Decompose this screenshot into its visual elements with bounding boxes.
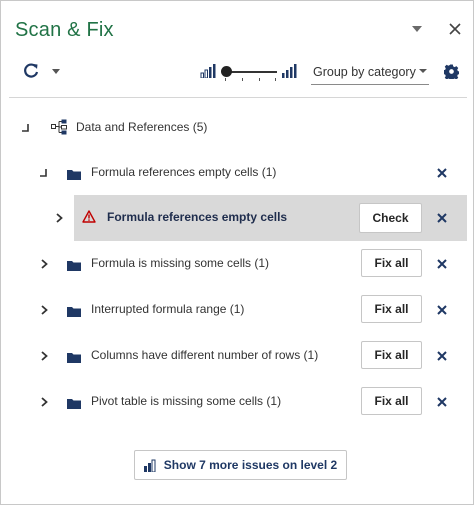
issue-row-formula-references-empty-cells[interactable]: Formula references empty cells Check	[1, 195, 473, 241]
close-icon	[437, 259, 447, 269]
slider-thumb[interactable]	[221, 66, 232, 77]
issue-level-slider[interactable]	[219, 61, 277, 83]
close-icon	[437, 168, 447, 178]
slider-track	[225, 71, 277, 73]
check-button[interactable]: Check	[359, 203, 422, 233]
dismiss-button[interactable]	[433, 347, 451, 365]
close-icon	[449, 23, 461, 35]
bars-low-icon	[200, 64, 216, 78]
pane-close-button[interactable]	[443, 17, 467, 41]
group-by-select[interactable]: Group by category	[311, 59, 429, 85]
tree-item-label: Data and References (5)	[76, 120, 208, 134]
settings-button[interactable]	[442, 62, 460, 80]
dismiss-button[interactable]	[433, 209, 451, 227]
dismiss-button[interactable]	[433, 255, 451, 273]
close-icon	[437, 351, 447, 361]
tree-item-label: Formula references empty cells (1)	[91, 165, 277, 179]
expanded-corner-icon	[40, 169, 47, 177]
tree-item-label: Pivot table is missing some cells (1)	[91, 394, 282, 408]
level-low-button[interactable]	[200, 63, 216, 79]
issue-label: Formula references empty cells	[107, 210, 288, 224]
fix-all-button[interactable]: Fix all	[361, 249, 422, 277]
tree-item-formula-references-empty-cells[interactable]: Formula references empty cells (1)	[1, 150, 473, 196]
folder-icon	[67, 304, 81, 317]
group-by-value: Group by category	[313, 64, 416, 79]
hierarchy-icon	[51, 118, 69, 141]
slider-tick	[242, 78, 243, 81]
fix-all-button[interactable]: Fix all	[361, 295, 422, 323]
scan-fix-pane: Scan & Fix Group by category Data and Re…	[0, 0, 474, 505]
folder-icon	[67, 350, 81, 363]
show-more-issues-button[interactable]: Show 7 more issues on level 2	[134, 450, 347, 480]
expanded-corner-icon	[22, 124, 29, 132]
expand-toggle[interactable]	[37, 257, 51, 271]
rescan-options-button[interactable]	[49, 65, 63, 77]
bars-high-icon	[282, 64, 297, 78]
slider-tick	[259, 78, 260, 81]
folder-icon	[67, 396, 81, 409]
toolbar: Group by category	[1, 55, 473, 87]
expand-toggle[interactable]	[37, 349, 51, 363]
close-icon	[437, 305, 447, 315]
chevron-down-icon	[52, 68, 60, 74]
tree-item-label: Formula is missing some cells (1)	[91, 256, 270, 270]
tree-item-columns-different-rows[interactable]: Columns have different number of rows (1…	[1, 333, 473, 379]
toolbar-separator	[9, 97, 467, 98]
refresh-icon	[24, 63, 39, 78]
tree-item-label: Interrupted formula range (1)	[91, 302, 245, 316]
slider-tick	[275, 78, 276, 81]
tree-item-pivot-table-missing-cells[interactable]: Pivot table is missing some cells (1) Fi…	[1, 379, 473, 425]
close-icon	[437, 397, 447, 407]
gear-icon	[443, 63, 459, 79]
chevron-right-icon	[55, 213, 63, 223]
tree-item-formula-missing-cells[interactable]: Formula is missing some cells (1) Fix al…	[1, 241, 473, 287]
expand-toggle[interactable]	[52, 211, 66, 225]
chevron-down-icon	[412, 26, 422, 32]
tree-item-label: Columns have different number of rows (1…	[91, 348, 319, 362]
chevron-right-icon	[40, 351, 48, 361]
chevron-right-icon	[40, 259, 48, 269]
level-high-button[interactable]	[281, 63, 297, 79]
dismiss-button[interactable]	[433, 301, 451, 319]
dismiss-button[interactable]	[433, 164, 451, 182]
chevron-down-icon	[419, 69, 427, 73]
collapse-toggle[interactable]	[37, 166, 51, 180]
chevron-right-icon	[40, 397, 48, 407]
fix-all-button[interactable]: Fix all	[361, 341, 422, 369]
collapse-toggle[interactable]	[19, 121, 33, 135]
pane-options-button[interactable]	[405, 17, 429, 41]
folder-icon	[67, 258, 81, 271]
chevron-right-icon	[40, 305, 48, 315]
dismiss-button[interactable]	[433, 393, 451, 411]
slider-tick	[225, 78, 226, 81]
tree-item-data-references[interactable]: Data and References (5)	[1, 105, 473, 151]
bar-chart-icon	[143, 459, 156, 472]
close-icon	[437, 213, 447, 223]
tree-item-interrupted-formula-range[interactable]: Interrupted formula range (1) Fix all	[1, 287, 473, 333]
fix-all-button[interactable]: Fix all	[361, 387, 422, 415]
pane-title: Scan & Fix	[15, 19, 114, 41]
warning-icon	[82, 210, 96, 228]
show-more-issues-label: Show 7 more issues on level 2	[163, 458, 338, 472]
rescan-button[interactable]	[21, 61, 41, 81]
expand-toggle[interactable]	[37, 395, 51, 409]
expand-toggle[interactable]	[37, 303, 51, 317]
folder-icon	[67, 167, 81, 180]
